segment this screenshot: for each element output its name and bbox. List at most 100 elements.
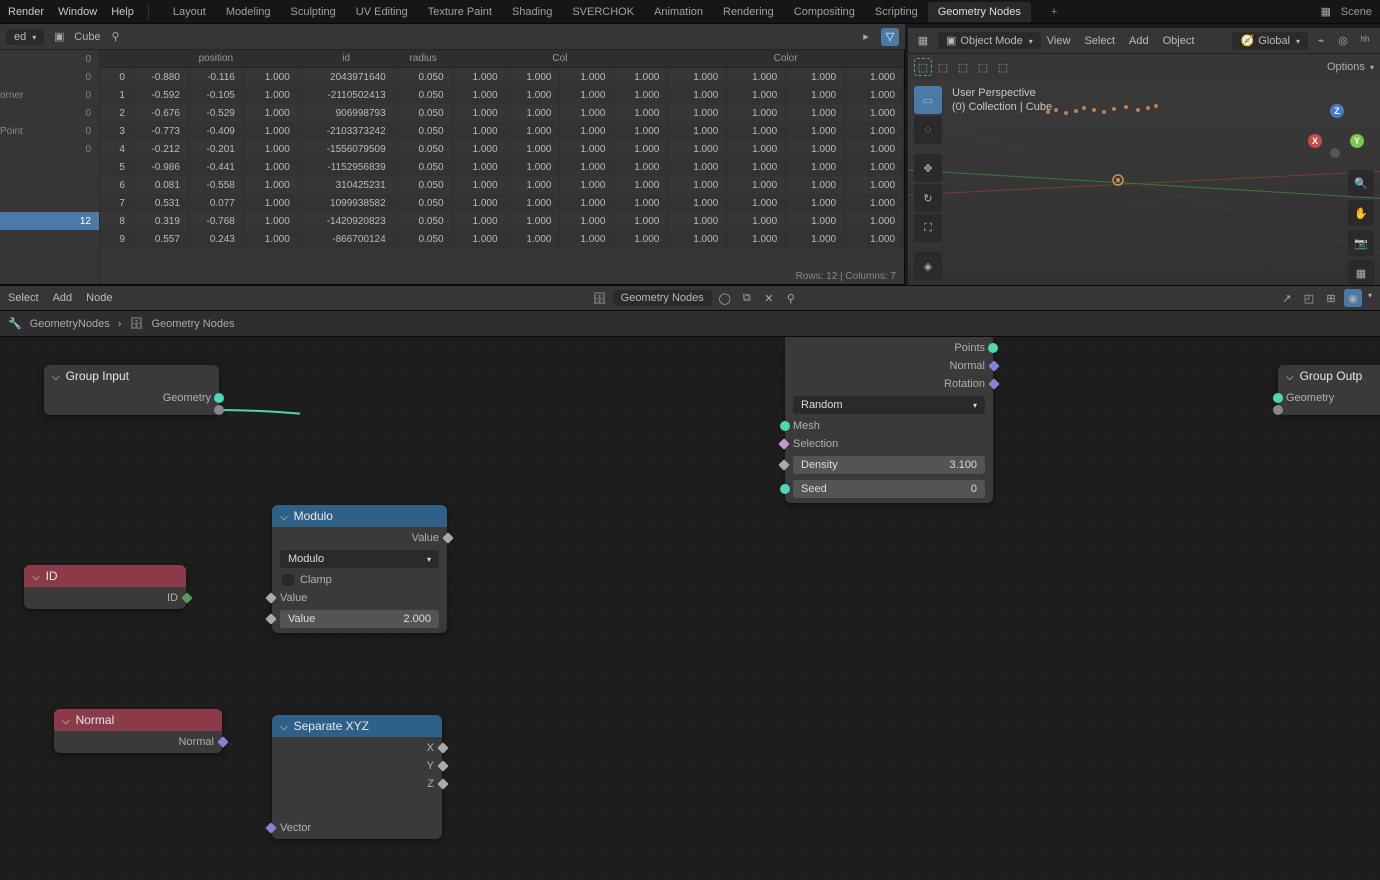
menu-help[interactable]: Help <box>111 6 134 18</box>
list-item[interactable]: orner0 <box>0 86 99 104</box>
tool-select-box[interactable]: ▭ <box>914 86 942 114</box>
list-item[interactable]: Point0 <box>0 122 99 140</box>
column-header[interactable]: id <box>299 50 395 67</box>
column-header[interactable]: position <box>134 50 299 67</box>
select-mode-icon[interactable]: ⬚ <box>914 58 932 76</box>
filter-icon[interactable]: ▽ <box>881 28 899 46</box>
nav-gizmo[interactable]: Z X Y <box>1308 104 1364 160</box>
pan-icon[interactable]: ✋ <box>1348 200 1374 226</box>
breadcrumb-modifier[interactable]: GeometryNodes <box>30 318 110 330</box>
workspace-tab-animation[interactable]: Animation <box>644 2 713 22</box>
table-row[interactable]: 4-0.212-0.2011.000-15560795090.0501.0001… <box>100 140 904 158</box>
node-tree-name-field[interactable]: Geometry Nodes <box>613 290 712 306</box>
table-row[interactable]: 90.5570.2431.000-8667001240.0501.0001.00… <box>100 230 904 248</box>
editor-type-icon[interactable]: ▦ <box>914 32 932 50</box>
workspace-tab-uv-editing[interactable]: UV Editing <box>346 2 418 22</box>
select-mode-icon[interactable]: ⬚ <box>934 58 952 76</box>
table-row[interactable]: 70.5310.0771.00010999385820.0501.0001.00… <box>100 194 904 212</box>
table-row[interactable]: 3-0.773-0.4091.000-21033732420.0501.0001… <box>100 122 904 140</box>
overlay-hh-icon[interactable]: ʰʰ <box>1356 32 1374 50</box>
shield-icon[interactable]: ◯ <box>716 289 734 307</box>
camera-icon[interactable]: 📷 <box>1348 230 1374 256</box>
node-id[interactable]: ID ID <box>24 565 186 609</box>
table-row[interactable]: 60.081-0.5581.0003104252310.0501.0001.00… <box>100 176 904 194</box>
node-distribute-points[interactable]: Distribute Points on Faces Points Normal… <box>785 337 993 503</box>
ne-menu-node[interactable]: Node <box>86 292 112 304</box>
vp-menu-object[interactable]: Object <box>1163 35 1195 47</box>
menu-window[interactable]: Window <box>58 6 97 18</box>
workspace-tab-sculpting[interactable]: Sculpting <box>281 2 346 22</box>
distribute-mode-dropdown[interactable]: Random <box>793 396 985 414</box>
list-item[interactable]: 0 <box>0 68 99 86</box>
tool-scale[interactable]: ⛶ <box>914 214 942 242</box>
node-group-input[interactable]: Group Input Geometry <box>44 365 219 415</box>
add-workspace-button[interactable]: + <box>1045 4 1063 20</box>
list-item[interactable]: 0 <box>0 140 99 158</box>
table-row[interactable]: 1-0.592-0.1051.000-21105024130.0501.0001… <box>100 86 904 104</box>
tool-move[interactable]: ✥ <box>914 154 942 182</box>
workspace-tab-shading[interactable]: Shading <box>502 2 562 22</box>
vp-menu-add[interactable]: Add <box>1129 35 1149 47</box>
tool-rotate[interactable]: ↻ <box>914 184 942 212</box>
table-row[interactable]: 2-0.676-0.5291.0009069987930.0501.0001.0… <box>100 104 904 122</box>
table-row[interactable]: 5-0.986-0.4411.000-11529568390.0501.0001… <box>100 158 904 176</box>
node-group-output[interactable]: Group Outp Geometry <box>1278 365 1380 415</box>
tool-cursor[interactable]: ◌ <box>914 116 942 144</box>
list-item-selected[interactable]: 12 <box>0 212 99 230</box>
menu-render[interactable]: Render <box>8 6 44 18</box>
value-field[interactable]: Value2.000 <box>280 610 439 628</box>
proportional-icon[interactable]: ◎ <box>1334 32 1352 50</box>
select-mode-icon[interactable]: ⬚ <box>994 58 1012 76</box>
ne-menu-select[interactable]: Select <box>8 292 39 304</box>
domain-dropdown[interactable]: ed <box>6 29 44 45</box>
workspace-tab-compositing[interactable]: Compositing <box>784 2 865 22</box>
select-mode-icon[interactable]: ⬚ <box>974 58 992 76</box>
unlink-icon[interactable]: ✕ <box>760 289 778 307</box>
node-separate-xyz[interactable]: Separate XYZ X Y Z Vector <box>272 715 442 839</box>
workspace-tab-rendering[interactable]: Rendering <box>713 2 784 22</box>
column-header[interactable]: Color <box>668 50 904 67</box>
table-row[interactable]: 80.319-0.7681.000-14209208230.0501.0001.… <box>100 212 904 230</box>
snap-icon[interactable]: ⊞ <box>1322 289 1340 307</box>
duplicate-icon[interactable]: ⧉ <box>738 289 756 307</box>
column-header[interactable] <box>100 50 134 67</box>
density-field[interactable]: Density3.100 <box>793 456 985 474</box>
column-header[interactable]: radius <box>395 50 453 67</box>
ne-menu-add[interactable]: Add <box>53 292 73 304</box>
breadcrumb-tree[interactable]: Geometry Nodes <box>151 318 234 330</box>
pin-icon[interactable]: ⚲ <box>782 289 800 307</box>
node-normal[interactable]: Normal Normal <box>54 709 222 753</box>
tool-transform[interactable]: ◈ <box>914 252 942 280</box>
viewport-3d-canvas[interactable]: User Perspective (0) Collection | Cube ▭… <box>908 80 1380 285</box>
seed-field[interactable]: Seed0 <box>793 480 985 498</box>
chevron-down-icon[interactable] <box>1366 289 1372 307</box>
pin-toggle[interactable]: ⚲ <box>107 28 125 46</box>
workspace-tab-scripting[interactable]: Scripting <box>865 2 928 22</box>
list-item[interactable]: 0 <box>0 104 99 122</box>
workspace-tab-geometry-nodes[interactable]: Geometry Nodes <box>928 2 1031 22</box>
scene-icon[interactable]: ▦ <box>1317 3 1335 21</box>
workspace-tab-modeling[interactable]: Modeling <box>216 2 281 22</box>
parent-icon[interactable]: ◰ <box>1300 289 1318 307</box>
workspace-tab-layout[interactable]: Layout <box>163 2 216 22</box>
vp-menu-view[interactable]: View <box>1047 35 1071 47</box>
orientation-dropdown[interactable]: 🧭 Global <box>1232 32 1308 50</box>
overlay-toggle-icon[interactable]: ◉ <box>1344 289 1362 307</box>
toggle-icon[interactable]: ▸ <box>857 28 875 46</box>
nodetree-browse-icon[interactable]: 🗄 <box>591 289 609 307</box>
table-row[interactable]: 0-0.880-0.1161.00020439716400.0501.0001.… <box>100 68 904 86</box>
zoom-icon[interactable]: 🔍 <box>1348 170 1374 196</box>
perspective-icon[interactable]: ▦ <box>1348 260 1374 285</box>
mode-dropdown[interactable]: ▣ Object Mode <box>938 32 1041 49</box>
workspace-tab-texture-paint[interactable]: Texture Paint <box>418 2 502 22</box>
clamp-checkbox[interactable]: Clamp <box>272 571 447 589</box>
arrow-icon[interactable]: ↗ <box>1278 289 1296 307</box>
select-mode-icon[interactable]: ⬚ <box>954 58 972 76</box>
list-item[interactable]: 0 <box>0 50 99 68</box>
node-modulo[interactable]: Modulo Value Modulo Clamp Value Value2.0… <box>272 505 447 633</box>
snap-icon[interactable]: ⌁ <box>1312 32 1330 50</box>
column-header[interactable]: Col <box>453 50 669 67</box>
vp-menu-select[interactable]: Select <box>1084 35 1115 47</box>
math-operation-dropdown[interactable]: Modulo <box>280 550 439 568</box>
node-editor-canvas[interactable]: Group Input Geometry Group Outp Geometry… <box>0 337 1380 880</box>
